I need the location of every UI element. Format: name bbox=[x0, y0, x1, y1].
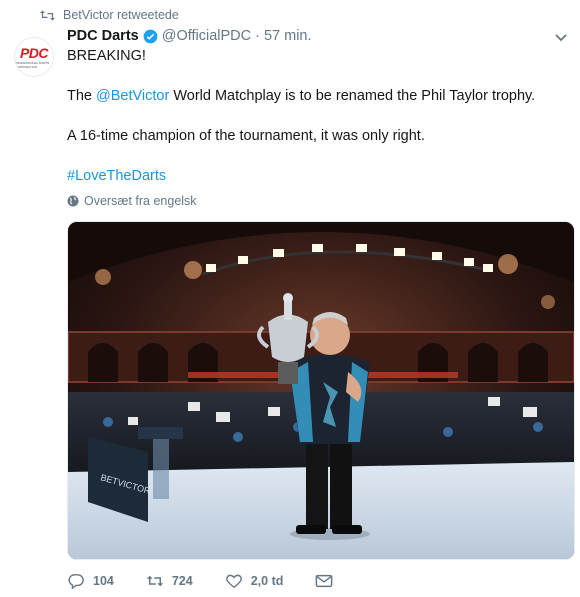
tweet-actions: 104 724 2,0 td bbox=[67, 573, 365, 589]
retweet-label: BetVictor retweetede bbox=[63, 8, 179, 22]
avatar[interactable]: PDC PROFESSIONAL DARTS CORPORATION bbox=[14, 37, 54, 77]
chevron-down-icon[interactable] bbox=[554, 30, 568, 44]
photo-scene: BETVICTOR bbox=[68, 222, 574, 559]
reply-button[interactable]: 104 bbox=[67, 573, 114, 589]
retweet-icon bbox=[40, 10, 55, 20]
text-suffix: World Matchplay is to be renamed the Phi… bbox=[169, 88, 536, 104]
avatar-subtext: PROFESSIONAL DARTS CORPORATION bbox=[15, 60, 50, 69]
text-prefix: The bbox=[67, 88, 97, 104]
display-name[interactable]: PDC Darts bbox=[67, 28, 139, 44]
tweet-photo[interactable]: BETVICTOR bbox=[67, 221, 575, 560]
retweet-count: 724 bbox=[171, 574, 193, 588]
translate-link[interactable]: Oversæt fra engelsk bbox=[67, 194, 197, 208]
tweet-text-line-3: A 16-time champion of the tournament, it… bbox=[67, 128, 425, 144]
retweet-button[interactable]: 724 bbox=[146, 573, 193, 589]
direct-message-button[interactable] bbox=[315, 573, 333, 589]
mention-link[interactable]: @BetVictor bbox=[96, 88, 169, 104]
avatar-logo: PDC bbox=[19, 44, 49, 61]
reply-icon bbox=[68, 574, 84, 589]
envelope-icon bbox=[316, 574, 333, 588]
user-handle[interactable]: @OfficialPDC bbox=[162, 28, 251, 44]
tweet-header: PDC Darts @OfficialPDC · 57 min. bbox=[67, 28, 312, 44]
tweet-text-line-2: The @BetVictor World Matchplay is to be … bbox=[67, 87, 535, 106]
timestamp[interactable]: 57 min. bbox=[264, 28, 312, 44]
retweet-context[interactable]: BetVictor retweetede bbox=[40, 8, 179, 22]
hashtag-link[interactable]: #LoveTheDarts bbox=[67, 167, 166, 186]
retweet-action-icon bbox=[146, 575, 164, 587]
heart-icon bbox=[225, 574, 242, 589]
verified-badge-icon bbox=[143, 29, 158, 43]
like-button[interactable]: 2,0 td bbox=[225, 573, 284, 589]
globe-icon bbox=[67, 195, 79, 207]
tweet-text-line-1: BREAKING! bbox=[67, 48, 146, 64]
separator-dot: · bbox=[255, 28, 260, 44]
translate-label: Oversæt fra engelsk bbox=[84, 194, 197, 208]
like-count: 2,0 td bbox=[250, 574, 284, 588]
reply-count: 104 bbox=[93, 574, 114, 588]
